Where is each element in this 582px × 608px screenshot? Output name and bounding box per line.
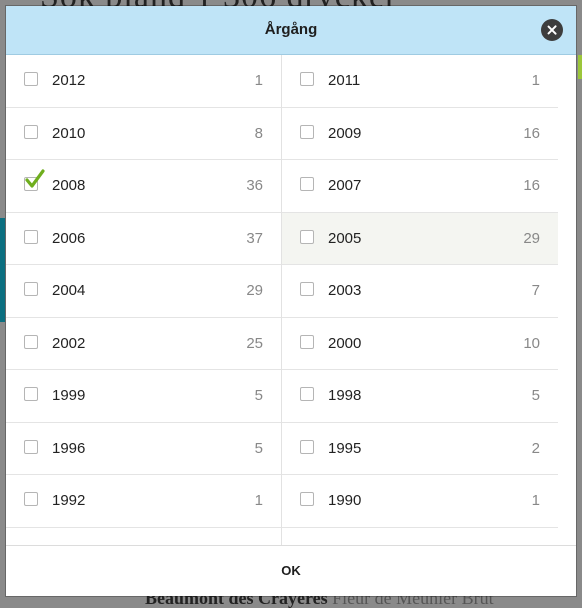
- checkmark-icon: [25, 169, 45, 188]
- vintage-count: 5: [254, 387, 263, 404]
- vintage-option-2006[interactable]: 2006 37: [6, 212, 281, 265]
- checkbox[interactable]: [300, 282, 314, 296]
- vintage-option-1992[interactable]: 1992 1: [6, 475, 281, 528]
- vintage-option-2004[interactable]: 2004 29: [6, 265, 281, 318]
- vintage-option-2008[interactable]: 2008 36: [6, 160, 281, 213]
- close-icon[interactable]: [541, 19, 563, 41]
- vintage-year-label: 2010: [52, 124, 86, 142]
- vintage-year-label: 2003: [328, 282, 362, 299]
- vintage-option-2009[interactable]: 2009 16: [282, 107, 558, 160]
- modal-title: Årgång: [264, 21, 318, 38]
- checkbox[interactable]: [24, 229, 38, 244]
- ok-button[interactable]: OK: [241, 554, 341, 588]
- vintage-count: 37: [246, 229, 263, 247]
- vintage-year-label: 2012: [52, 72, 86, 89]
- vintage-year-label: 1998: [328, 387, 362, 404]
- checkbox[interactable]: [24, 282, 38, 296]
- vintage-option-2002[interactable]: 2002 25: [6, 317, 281, 370]
- vintage-year-label: 1990: [328, 492, 362, 509]
- checkbox[interactable]: [24, 124, 38, 139]
- vintage-year-label: 2007: [328, 177, 362, 194]
- vintage-count: 25: [246, 334, 263, 352]
- vintage-year-label: 2004: [52, 282, 86, 299]
- checkbox[interactable]: [24, 492, 38, 506]
- vintage-options-grid: 2012 1 2011 1 2010 8 2009 16 2008 36 2007 16 2006 37 2…: [6, 55, 558, 545]
- vintage-option-2005[interactable]: 2005 29: [282, 212, 558, 265]
- vintage-year-label: 2002: [52, 334, 86, 352]
- vintage-year-label: 2009: [328, 124, 362, 142]
- checkbox[interactable]: [24, 72, 38, 86]
- vintage-count: 16: [523, 124, 540, 142]
- vintage-count: 29: [246, 282, 263, 299]
- vintage-year-label: 1999: [52, 387, 86, 404]
- background-accent-right: [578, 55, 582, 79]
- vintage-year-label: 2006: [52, 229, 86, 247]
- vintage-count: 8: [254, 124, 263, 142]
- vintage-option-partial[interactable]: [282, 527, 558, 545]
- checkbox[interactable]: [300, 72, 314, 86]
- vintage-count: 10: [523, 334, 540, 352]
- vintage-year-label: 2000: [328, 334, 362, 352]
- checkbox[interactable]: [300, 387, 314, 401]
- vintage-count: 7: [531, 282, 540, 299]
- vintage-count: 2: [531, 439, 540, 457]
- vintage-option-2012[interactable]: 2012 1: [6, 55, 281, 108]
- vintage-option-2003[interactable]: 2003 7: [282, 265, 558, 318]
- vintage-count: 1: [254, 72, 263, 89]
- checkbox[interactable]: [24, 334, 38, 349]
- vintage-option-1990[interactable]: 1990 1: [282, 475, 558, 528]
- modal-body: 2012 1 2011 1 2010 8 2009 16 2008 36 2007 16 2006 37 2…: [6, 55, 576, 545]
- checkbox[interactable]: [300, 439, 314, 454]
- vintage-year-label: 1992: [52, 492, 86, 509]
- vintage-filter-modal: Årgång 2012 1 2011 1 2010 8 2009 16 2008 36 2007 16…: [6, 6, 576, 596]
- vintage-year-label: 2008: [52, 177, 86, 194]
- checkbox[interactable]: [300, 334, 314, 349]
- vintage-option-1999[interactable]: 1999 5: [6, 370, 281, 423]
- background-accent-left: [0, 218, 5, 322]
- vintage-year-label: 2005: [328, 229, 362, 247]
- vintage-count: 1: [531, 492, 540, 509]
- vintage-count: 36: [246, 177, 263, 194]
- vintage-option-2010[interactable]: 2010 8: [6, 107, 281, 160]
- checkbox[interactable]: [300, 229, 314, 244]
- vintage-option-1996[interactable]: 1996 5: [6, 422, 281, 475]
- checkbox[interactable]: [24, 439, 38, 454]
- vintage-count: 29: [523, 229, 540, 247]
- vintage-year-label: 2011: [328, 72, 361, 89]
- vintage-year-label: 1995: [328, 439, 362, 457]
- scrollbar-track[interactable]: [558, 55, 576, 545]
- vintage-option-2007[interactable]: 2007 16: [282, 160, 558, 213]
- vintage-count: 1: [531, 72, 540, 89]
- vintage-option-2000[interactable]: 2000 10: [282, 317, 558, 370]
- checkbox[interactable]: [24, 387, 38, 401]
- modal-footer: OK: [6, 545, 576, 596]
- checkbox[interactable]: [300, 124, 314, 139]
- vintage-option-partial[interactable]: [6, 527, 281, 545]
- vintage-option-1998[interactable]: 1998 5: [282, 370, 558, 423]
- vintage-count: 5: [531, 387, 540, 404]
- vintage-option-2011[interactable]: 2011 1: [282, 55, 558, 108]
- vintage-count: 5: [254, 439, 263, 457]
- vintage-count: 1: [254, 492, 263, 509]
- vintage-count: 16: [523, 177, 540, 194]
- modal-header: Årgång: [6, 6, 576, 55]
- checkbox[interactable]: [300, 492, 314, 506]
- vintage-year-label: 1996: [52, 439, 86, 457]
- checkbox[interactable]: [300, 177, 314, 191]
- vintage-option-1995[interactable]: 1995 2: [282, 422, 558, 475]
